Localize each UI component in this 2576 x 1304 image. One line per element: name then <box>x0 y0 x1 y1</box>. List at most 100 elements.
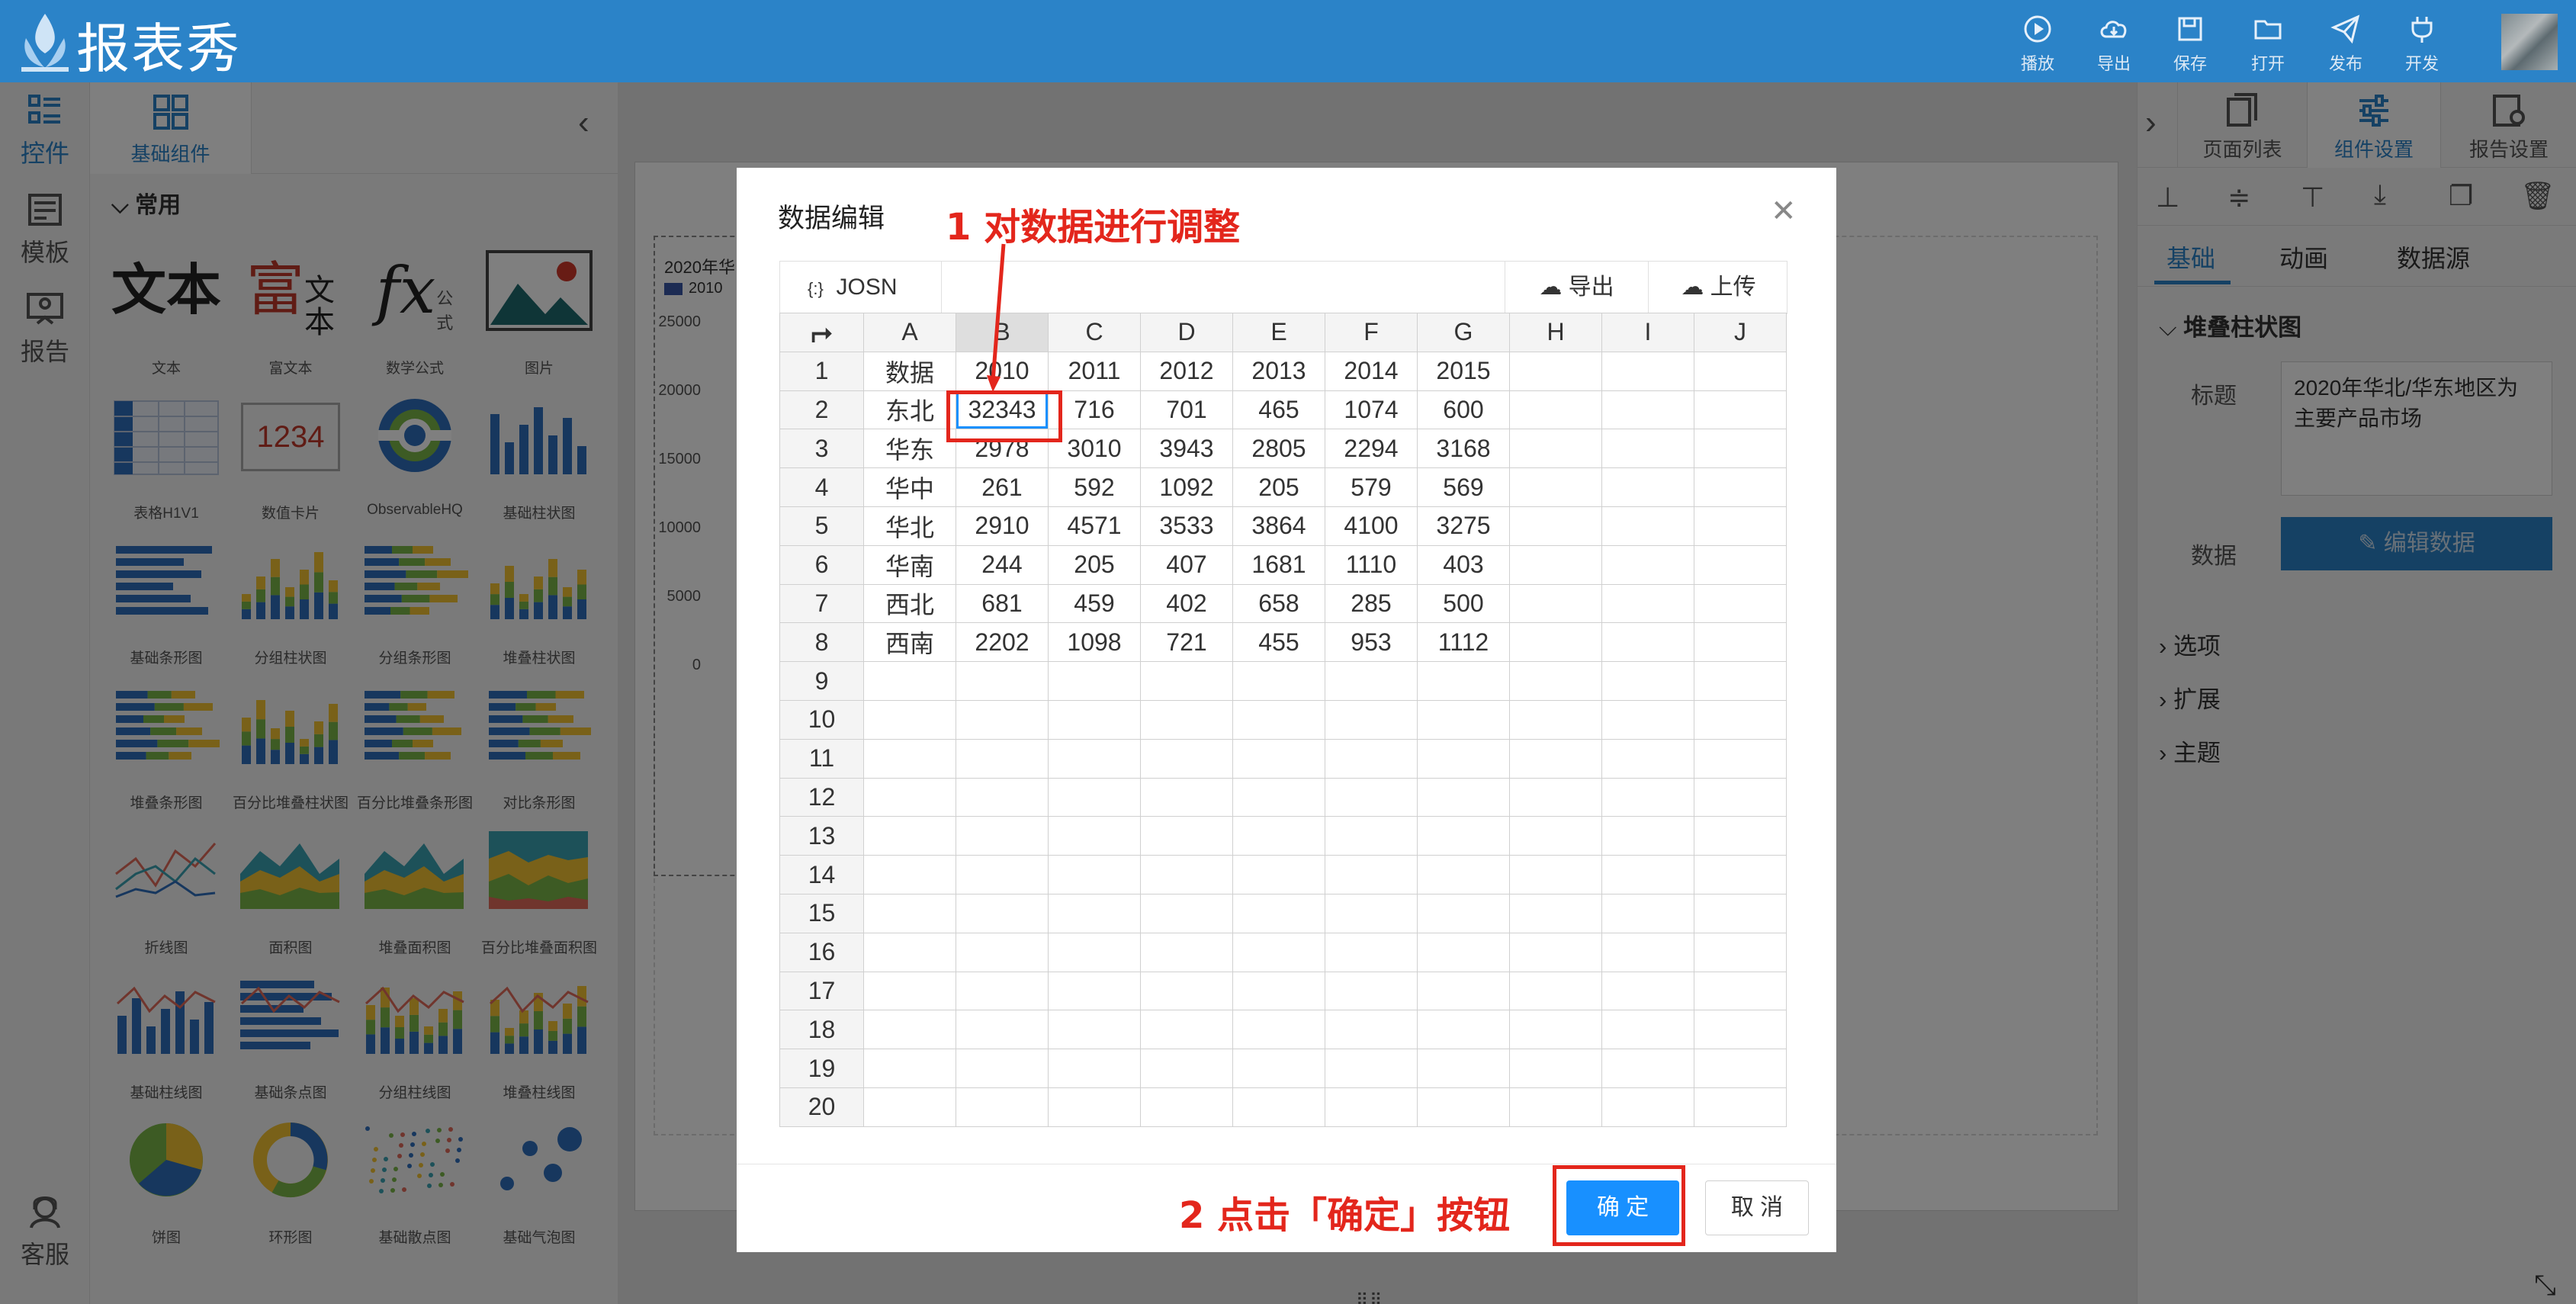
sheet-cell[interactable]: 4100 <box>1325 506 1418 546</box>
sheet-cell[interactable] <box>1601 932 1694 972</box>
column-header[interactable]: C <box>1048 313 1141 352</box>
sheet-cell[interactable] <box>1048 1049 1141 1088</box>
row-header[interactable]: 15 <box>779 893 864 933</box>
sheet-cell[interactable]: 1074 <box>1325 390 1418 430</box>
sheet-cell[interactable]: 658 <box>1232 583 1325 624</box>
sheet-cell[interactable]: 285 <box>1325 583 1418 624</box>
sheet-cell[interactable] <box>1417 699 1510 740</box>
sheet-cell[interactable] <box>1694 1087 1787 1127</box>
sheet-cell[interactable]: 953 <box>1325 622 1418 663</box>
sheet-cell[interactable] <box>1232 971 1325 1011</box>
sheet-corner[interactable]: ⮣ <box>779 313 864 352</box>
sheet-cell[interactable] <box>956 738 1049 779</box>
sheet-cell[interactable] <box>1417 738 1510 779</box>
sheet-cell[interactable] <box>1325 738 1418 779</box>
sheet-cell[interactable] <box>1601 622 1694 663</box>
sheet-cell[interactable] <box>1417 932 1510 972</box>
sheet-cell[interactable]: 2011 <box>1048 351 1141 391</box>
sheet-cell[interactable] <box>1694 506 1787 546</box>
sheet-cell[interactable] <box>1694 390 1787 430</box>
sheet-cell[interactable] <box>863 932 956 972</box>
sheet-cell[interactable] <box>1325 1010 1418 1050</box>
sheet-cell[interactable] <box>1509 429 1602 469</box>
sheet-cell[interactable] <box>1601 390 1694 430</box>
sheet-cell[interactable] <box>1601 1087 1694 1127</box>
sheet-cell[interactable] <box>1232 1049 1325 1088</box>
sheet-cell[interactable]: 华南 <box>863 544 956 585</box>
sheet-cell[interactable]: 1681 <box>1232 544 1325 585</box>
sheet-cell[interactable] <box>1509 1087 1602 1127</box>
sheet-cell[interactable]: 1092 <box>1140 467 1233 507</box>
sheet-cell[interactable] <box>1140 1087 1233 1127</box>
sheet-cell[interactable] <box>1509 1049 1602 1088</box>
sheet-cell[interactable] <box>1601 429 1694 469</box>
sheet-cell[interactable] <box>1325 1087 1418 1127</box>
sheet-cell[interactable] <box>1140 816 1233 856</box>
sheet-cell[interactable] <box>1417 777 1510 817</box>
sheet-cell[interactable] <box>1509 583 1602 624</box>
sheet-cell[interactable]: 1112 <box>1417 622 1510 663</box>
sheet-cell[interactable] <box>1601 855 1694 894</box>
sheet-cell[interactable]: 261 <box>956 467 1049 507</box>
sheet-cell[interactable]: 600 <box>1417 390 1510 430</box>
sheet-cell[interactable] <box>1417 855 1510 894</box>
sheet-cell[interactable] <box>1694 855 1787 894</box>
sheet-cell[interactable] <box>956 932 1049 972</box>
sheet-cell[interactable]: 244 <box>956 544 1049 585</box>
sheet-cell[interactable] <box>1694 971 1787 1011</box>
sheet-cell[interactable] <box>1694 351 1787 391</box>
sheet-cell[interactable] <box>956 855 1049 894</box>
row-header[interactable]: 6 <box>779 544 864 585</box>
sheet-cell[interactable] <box>1601 816 1694 856</box>
column-header[interactable]: E <box>1232 313 1325 352</box>
sheet-cell[interactable] <box>1417 816 1510 856</box>
sheet-cell[interactable]: 403 <box>1417 544 1510 585</box>
sheet-cell[interactable] <box>863 1087 956 1127</box>
sheet-cell[interactable] <box>1694 777 1787 817</box>
sheet-cell[interactable] <box>1694 816 1787 856</box>
sheet-cell[interactable]: 2805 <box>1232 429 1325 469</box>
sheet-cell[interactable] <box>1417 971 1510 1011</box>
sheet-cell[interactable] <box>863 661 956 701</box>
sheet-cell[interactable] <box>1694 932 1787 972</box>
sheet-cell[interactable]: 2910 <box>956 506 1049 546</box>
sheet-cell[interactable] <box>1509 390 1602 430</box>
sheet-cell[interactable] <box>1048 777 1141 817</box>
sheet-cell[interactable] <box>1417 1049 1510 1088</box>
row-header[interactable]: 11 <box>779 738 864 779</box>
sheet-upload-button[interactable]: ☁ 上传 <box>1648 262 1788 313</box>
sheet-cell[interactable] <box>1601 583 1694 624</box>
sheet-cell[interactable] <box>863 855 956 894</box>
column-header[interactable]: J <box>1694 313 1787 352</box>
sheet-cell[interactable] <box>1601 1049 1694 1088</box>
sheet-cell[interactable] <box>1140 699 1233 740</box>
sheet-cell[interactable] <box>1509 893 1602 933</box>
sheet-cell[interactable] <box>1325 777 1418 817</box>
sheet-cell[interactable] <box>1417 661 1510 701</box>
sheet-cell[interactable]: 华中 <box>863 467 956 507</box>
sheet-cell[interactable] <box>1048 855 1141 894</box>
sheet-cell[interactable] <box>1048 971 1141 1011</box>
sheet-cell[interactable]: 1098 <box>1048 622 1141 663</box>
sheet-cell[interactable]: 3275 <box>1417 506 1510 546</box>
sheet-cell[interactable] <box>1417 1087 1510 1127</box>
sheet-cell[interactable]: 西南 <box>863 622 956 663</box>
sheet-cell[interactable]: 407 <box>1140 544 1233 585</box>
row-header[interactable]: 1 <box>779 351 864 391</box>
sheet-cell[interactable] <box>1601 1010 1694 1050</box>
sheet-cell[interactable] <box>1694 583 1787 624</box>
sheet-cell[interactable] <box>956 971 1049 1011</box>
sheet-cell[interactable] <box>1048 816 1141 856</box>
sheet-cell[interactable] <box>1601 351 1694 391</box>
sheet-cell[interactable] <box>1694 467 1787 507</box>
sheet-cell[interactable] <box>1694 699 1787 740</box>
json-button[interactable]: {:} JOSN <box>780 262 942 313</box>
sheet-cell[interactable] <box>1694 544 1787 585</box>
sheet-cell[interactable] <box>1232 738 1325 779</box>
row-header[interactable]: 2 <box>779 390 864 430</box>
column-header[interactable]: H <box>1509 313 1602 352</box>
save-button[interactable]: 保存 <box>2160 14 2221 75</box>
sheet-cell[interactable]: 3864 <box>1232 506 1325 546</box>
sheet-cell[interactable] <box>863 893 956 933</box>
sheet-cell[interactable] <box>1694 429 1787 469</box>
